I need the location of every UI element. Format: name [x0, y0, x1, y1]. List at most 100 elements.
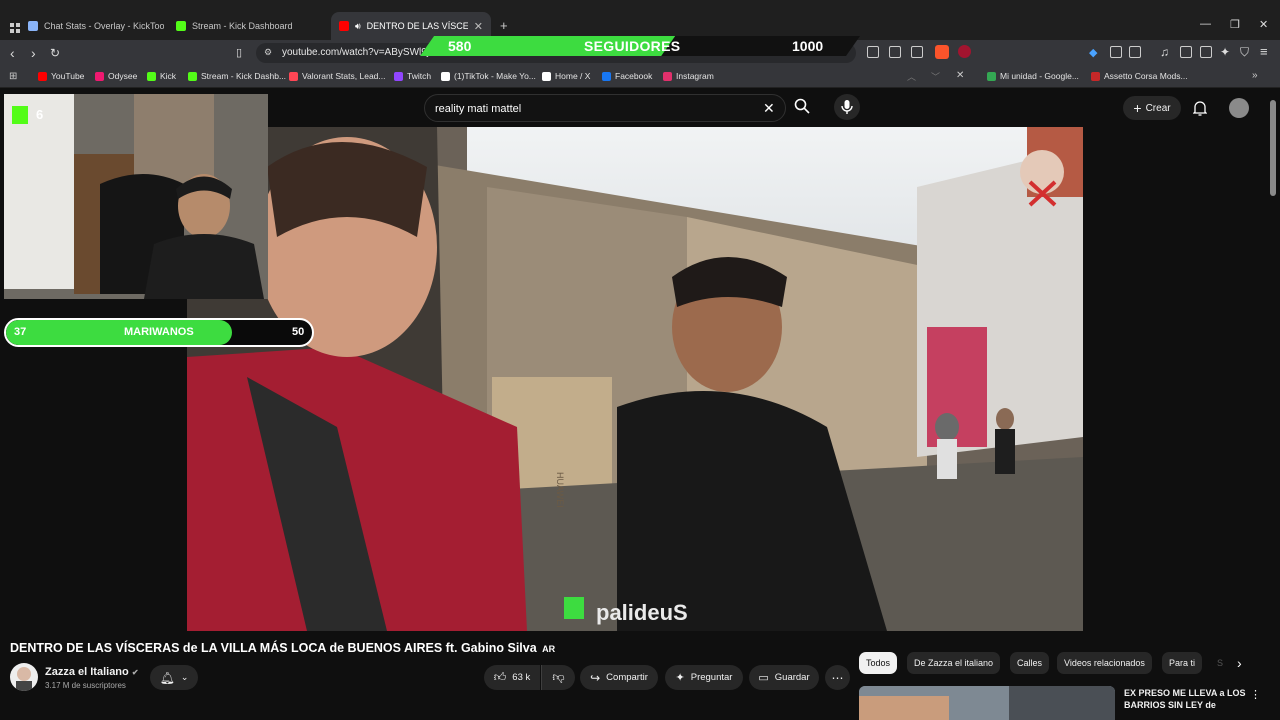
- like-button[interactable]: 👍︎ 63 k: [484, 665, 540, 690]
- share-button[interactable]: ↪ Compartir: [580, 665, 658, 690]
- back-icon[interactable]: ‹: [10, 44, 15, 62]
- close-tab-icon[interactable]: ✕: [474, 20, 483, 33]
- microphone-icon[interactable]: [834, 94, 860, 120]
- bookmark-item[interactable]: (1)TikTok - Make Yo...: [441, 71, 536, 81]
- related-more-icon[interactable]: ⋮: [1250, 688, 1261, 701]
- bookmark-item[interactable]: Valorant Stats, Lead...: [289, 71, 385, 81]
- extension-icon[interactable]: [1110, 46, 1122, 58]
- bell-icon: 🔔︎: [159, 670, 175, 685]
- bookmark-item[interactable]: Mi unidad - Google...: [987, 71, 1079, 81]
- vpn-icon[interactable]: ⛉: [1240, 45, 1249, 60]
- bookmark-item[interactable]: Odysee: [95, 71, 137, 81]
- bookmarks-bar: ⊞ YouTube Odysee Kick Stream - Kick Dashb..…: [0, 66, 1280, 88]
- bookmark-label: Assetto Corsa Mods...: [1104, 71, 1188, 81]
- share-icon[interactable]: [911, 46, 923, 58]
- apps-icon[interactable]: ⊞: [9, 71, 17, 82]
- followers-label: SEGUIDORES: [584, 38, 681, 54]
- bookmark-icon[interactable]: ▯: [236, 44, 242, 62]
- bookmark-label: Kick: [160, 71, 177, 81]
- forward-icon[interactable]: ›: [31, 44, 36, 62]
- tab-search-icon[interactable]: [10, 20, 20, 33]
- webcam-overlay: 6: [4, 94, 268, 299]
- subscribe-bell-button[interactable]: 🔔︎ ⌄: [150, 665, 198, 690]
- brave-rewards-icon[interactable]: [958, 45, 971, 58]
- video-frame: HUAWEI palideuS: [187, 127, 1083, 631]
- tab-chat-stats[interactable]: Chat Stats - Overlay - KickTools: [20, 12, 164, 40]
- bookmark-label: YouTube: [51, 71, 85, 81]
- filter-chip[interactable]: Para ti: [1162, 652, 1203, 674]
- extension-blue-icon[interactable]: ◆: [1089, 46, 1097, 59]
- more-bookmarks-icon[interactable]: »: [1252, 70, 1258, 81]
- youtube-icon: [339, 21, 349, 31]
- tiktok-icon: [441, 71, 450, 81]
- filter-chip[interactable]: Todos: [859, 652, 898, 674]
- filter-chip[interactable]: Videos relacionados: [1057, 652, 1152, 674]
- search-icon[interactable]: [794, 98, 810, 119]
- page-scrollbar[interactable]: [1270, 100, 1276, 196]
- kick-icon: [147, 71, 156, 81]
- channel-name[interactable]: Zazza el Italiano ✔: [45, 666, 139, 678]
- url-text: youtube.com/watch?v=ABySWl9j: [282, 47, 430, 58]
- more-actions-button[interactable]: ⋯: [825, 665, 850, 690]
- create-button[interactable]: + Crear: [1123, 96, 1181, 120]
- tab-kick-dashboard[interactable]: Stream - Kick Dashboard: [168, 12, 328, 40]
- verified-icon: ✔: [131, 668, 139, 677]
- share-arrow-icon: ↪: [590, 670, 601, 685]
- video-player[interactable]: HUAWEI palideuS: [187, 127, 1083, 631]
- channel-avatar[interactable]: [10, 663, 38, 691]
- close-window-icon[interactable]: ✕: [1259, 18, 1268, 31]
- brave-shield-icon[interactable]: [935, 45, 949, 59]
- bookmark-item[interactable]: Assetto Corsa Mods...: [1091, 71, 1188, 81]
- dislike-button[interactable]: 👎︎: [541, 665, 575, 690]
- menu-icon[interactable]: ≡: [1260, 44, 1268, 59]
- chips-next-icon[interactable]: ›: [1237, 655, 1242, 671]
- save-label: Guardar: [774, 672, 810, 683]
- more-dots-icon: ⋯: [831, 670, 844, 685]
- save-icon: ▭: [758, 672, 769, 684]
- screenshot-icon[interactable]: [1129, 46, 1141, 58]
- pip-icon[interactable]: [889, 46, 901, 58]
- bookmark-item[interactable]: Twitch: [394, 71, 431, 81]
- country-badge: AR: [542, 644, 556, 654]
- kicktools-icon: [28, 21, 38, 31]
- bookmark-item[interactable]: YouTube: [38, 71, 84, 81]
- thumbs-down-icon: 👎︎: [552, 670, 565, 684]
- sidebar-icon[interactable]: [1180, 46, 1192, 58]
- huawei-wall-text: HUAWEI: [555, 472, 565, 508]
- video-title: DENTRO DE LAS VÍSCERAS de LA VILLA MÁS L…: [10, 641, 555, 655]
- leo-icon[interactable]: ✦: [1220, 45, 1230, 59]
- search-input[interactable]: reality mati mattel ✕: [424, 94, 786, 122]
- bookmark-label: Valorant Stats, Lead...: [302, 71, 386, 81]
- filter-chip[interactable]: Calles: [1010, 652, 1050, 674]
- filter-chip[interactable]: De Zazza el italiano: [907, 652, 1001, 674]
- new-tab-button[interactable]: +: [500, 18, 508, 33]
- chevron-up-icon[interactable]: ︿: [907, 70, 916, 83]
- chevron-down-icon[interactable]: ﹀: [931, 70, 940, 83]
- site-info-icon[interactable]: ⚙: [264, 47, 272, 58]
- minimize-icon[interactable]: —: [1200, 18, 1211, 30]
- media-icon[interactable]: ♫: [1160, 45, 1169, 59]
- bookmark-item[interactable]: Kick: [147, 71, 176, 81]
- bookmark-item[interactable]: Facebook: [602, 71, 652, 81]
- cast-icon[interactable]: [867, 46, 879, 58]
- kick-icon: [176, 21, 186, 31]
- reload-icon[interactable]: ↻: [50, 44, 60, 62]
- close-find-icon[interactable]: ✕: [956, 70, 964, 81]
- bookmark-item[interactable]: Stream - Kick Dashb...: [188, 71, 286, 81]
- filter-chip[interactable]: S: [1210, 652, 1230, 674]
- bookmark-item[interactable]: Home / X: [542, 71, 590, 81]
- notifications-icon[interactable]: [1192, 100, 1208, 121]
- related-video-title[interactable]: EX PRESO ME LLEVA a LOS BARRIOS SIN LEY …: [1124, 687, 1254, 711]
- related-video-thumbnail[interactable]: [859, 686, 1115, 720]
- bookmark-item[interactable]: Instagram: [663, 71, 714, 81]
- clear-search-icon[interactable]: ✕: [763, 100, 775, 117]
- odysee-icon: [95, 71, 104, 81]
- restore-icon[interactable]: ❐: [1230, 18, 1240, 31]
- ask-button[interactable]: ✦ Preguntar: [665, 665, 743, 690]
- create-label: Crear: [1145, 102, 1171, 114]
- wallet-icon[interactable]: [1200, 46, 1212, 58]
- video-title-text: DENTRO DE LAS VÍSCERAS de LA VILLA MÁS L…: [10, 641, 537, 655]
- instagram-icon: [663, 71, 672, 81]
- save-button[interactable]: ▭ Guardar: [749, 665, 819, 690]
- account-avatar[interactable]: [1229, 98, 1249, 118]
